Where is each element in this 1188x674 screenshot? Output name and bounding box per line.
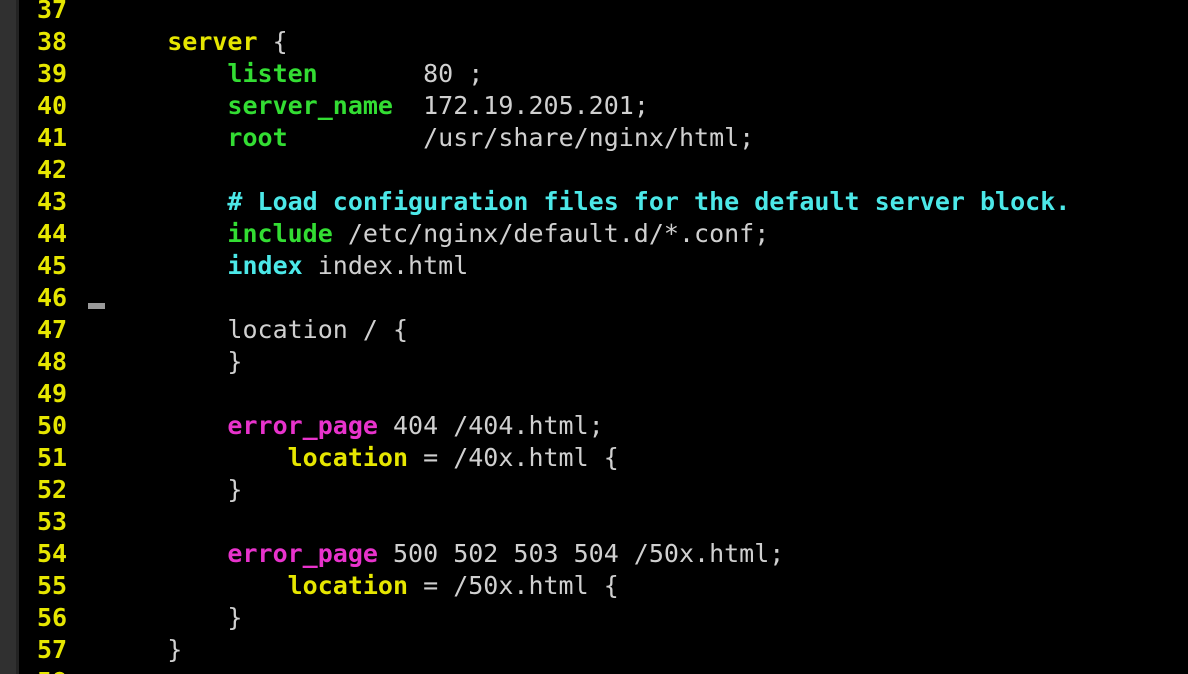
line-content: # Load configuration files for the defau… [107,186,1070,218]
code-token: } [107,347,243,376]
line-number: 57 [37,635,68,664]
line-number: 43 [37,187,68,216]
code-token: = /40x.html { [408,443,619,472]
code-token: index.html [302,251,469,280]
line-content: root /usr/share/nginx/html; [107,122,754,154]
line-number: 40 [37,91,68,120]
code-token: } [107,475,243,504]
line-number: 55 [37,571,68,600]
code-token: 500 502 503 504 /50x.html; [377,539,785,568]
line-content: include /etc/nginx/default.d/*.conf; [107,218,769,250]
line-number: 48 [37,347,68,376]
code-token: { [257,27,288,56]
code-token: error_page [227,539,378,568]
line-number: 53 [37,507,68,536]
line-number: 38 [37,27,68,56]
line-content: location / { [107,314,408,346]
line-content: } [107,602,242,634]
line-content: location = /50x.html { [107,570,619,602]
code-token: /usr/share/nginx/html; [287,123,755,152]
text-cursor [88,303,105,309]
line-number: 47 [37,315,68,344]
line-number: 41 [37,123,68,152]
line-content: error_page 404 /404.html; [107,410,604,442]
line-content: server_name 172.19.205.201; [107,90,649,122]
code-token: index [227,251,303,280]
code-token: = /50x.html { [408,571,619,600]
line-number: 46 [37,283,68,312]
code-token: include [227,219,333,248]
code-token: 404 /404.html; [377,411,604,440]
line-number: 58 [37,666,83,674]
line-content: location = /40x.html { [107,442,619,474]
line-number: 51 [37,443,68,472]
line-number: 52 [37,475,68,504]
line-number: 42 [37,155,68,184]
terminal-window: 37 38 server {39 listen 80 ; 40 server_nam… [0,0,1188,674]
code-token: server [167,27,258,56]
line-number: 44 [37,219,68,248]
line-content: } [107,634,182,666]
code-token: 172.19.205.201; [393,91,649,120]
line-number: 49 [37,379,68,408]
code-token: root [227,123,288,152]
line-content: } [107,346,242,378]
line-number: 39 [37,59,68,88]
window-left-chrome-strip [0,0,19,674]
code-token: location / { [107,315,409,344]
code-token: } [107,635,183,664]
line-number: 54 [37,539,68,568]
line-content: error_page 500 502 503 504 /50x.html; [107,538,784,570]
line-number: 45 [37,251,68,280]
code-token: /etc/nginx/default.d/*.conf; [332,219,770,248]
editor-text-area[interactable]: 37 38 server {39 listen 80 ; 40 server_nam… [22,0,1188,674]
code-token: error_page [227,411,378,440]
line-number: 37 [37,0,68,24]
line-content: } [107,474,242,506]
code-token: location [287,443,409,472]
code-token: listen [227,59,318,88]
line-content: listen 80 ; [107,58,483,90]
code-token: location [287,571,409,600]
code-token: # Load configuration files for the defau… [227,187,1071,216]
line-content: server { [107,26,288,58]
line-number: 50 [37,411,68,440]
code-token: 80 ; [317,59,484,88]
line-content: index index.html [107,250,468,282]
line-number: 56 [37,603,68,632]
code-token: server_name [227,91,393,120]
code-token: } [107,603,243,632]
